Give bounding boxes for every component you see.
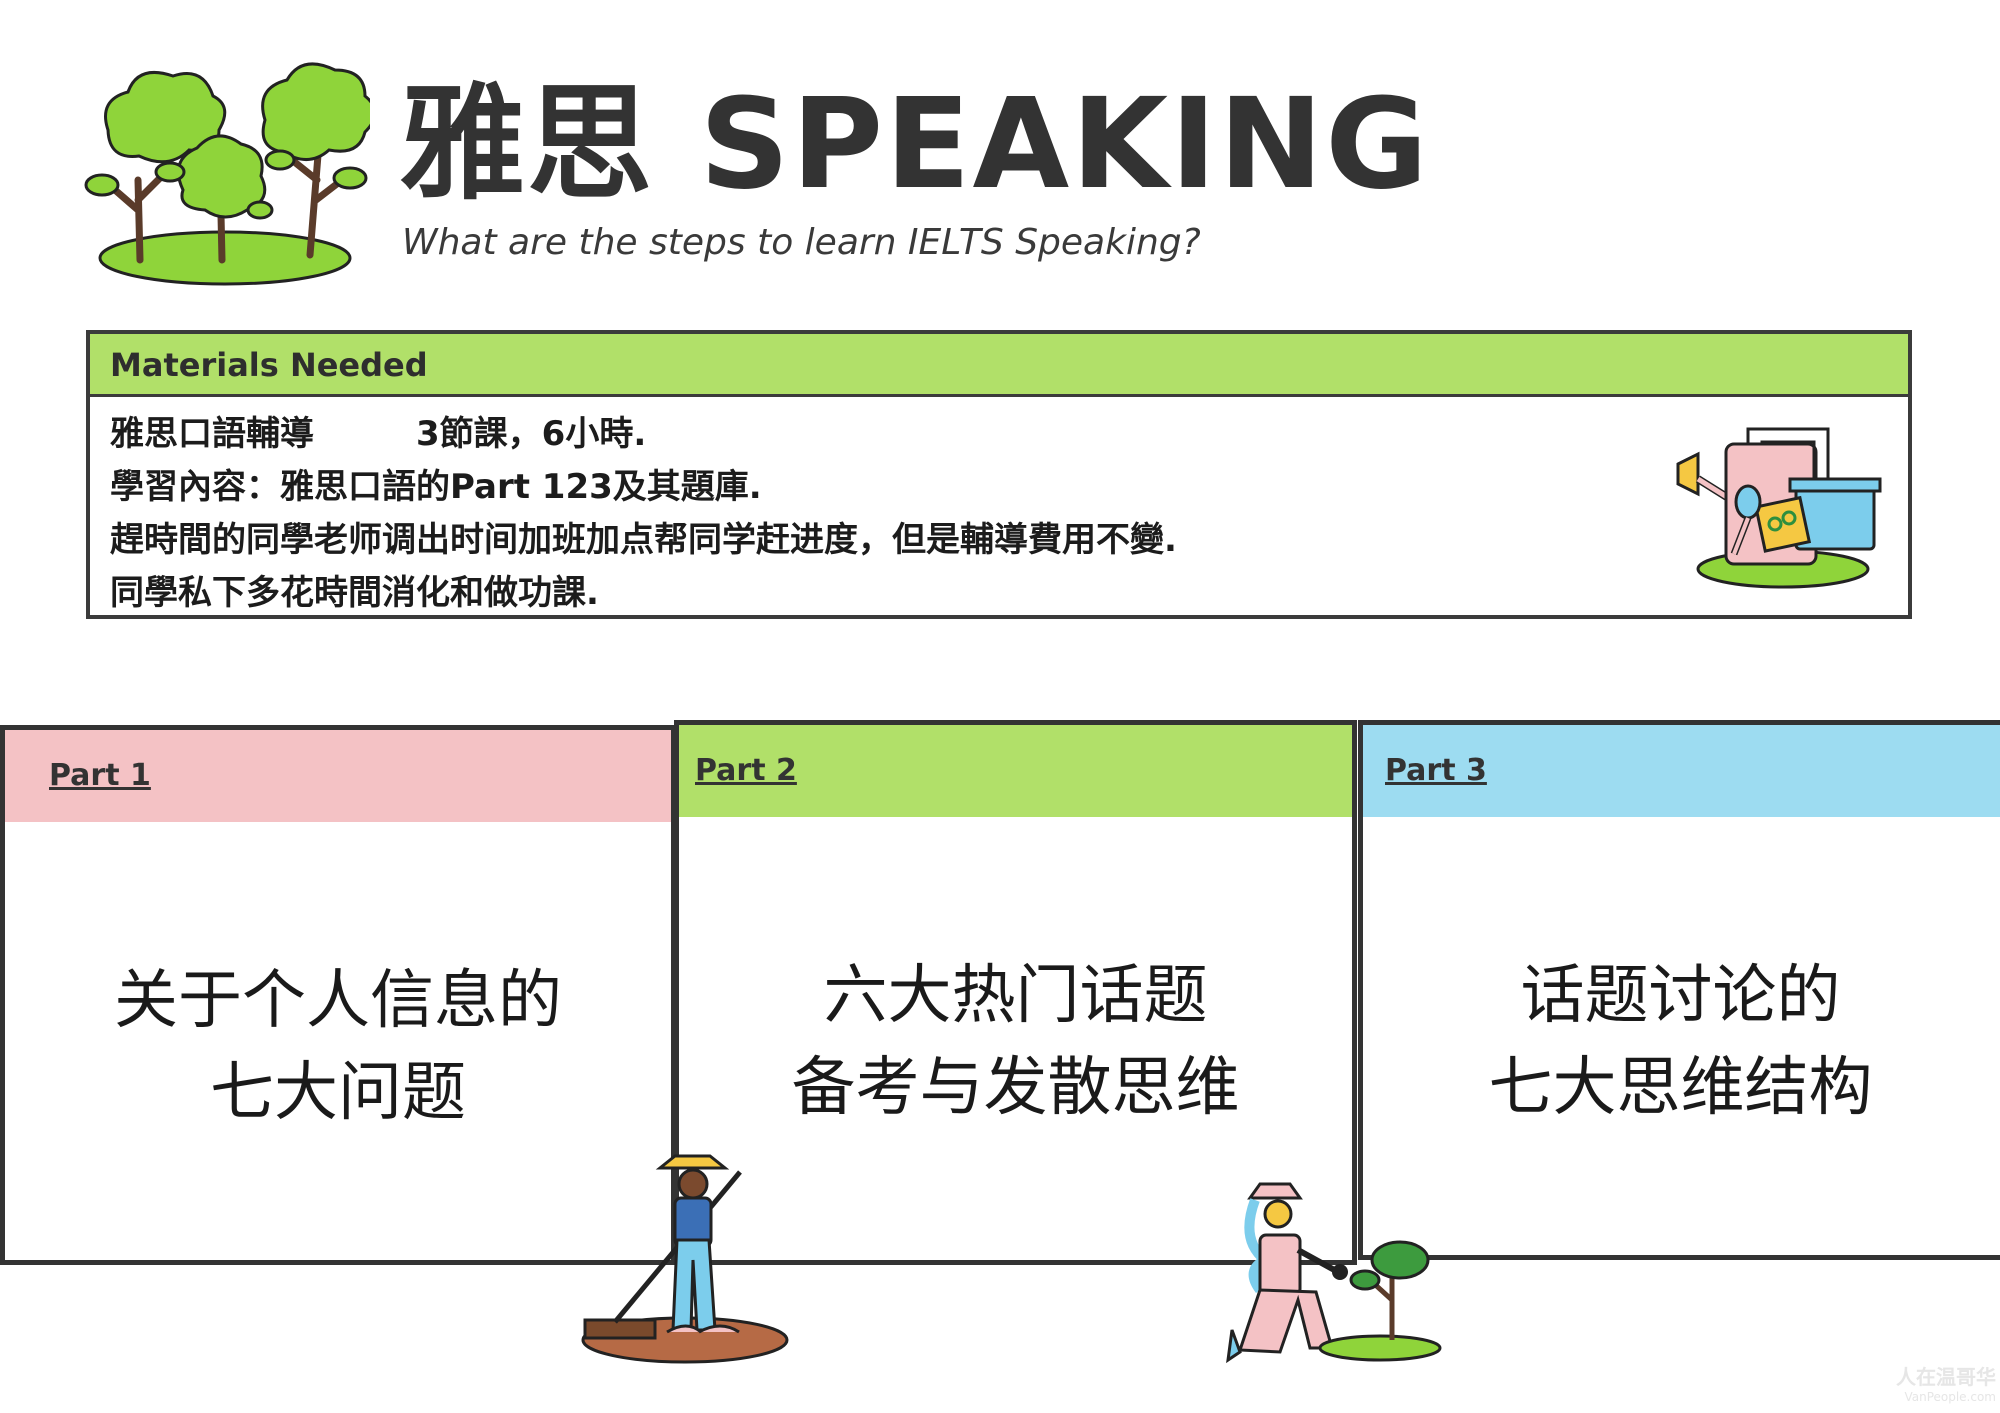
part-3-body: 话题讨论的 七大思维结构 bbox=[1363, 950, 1998, 1134]
page-subtitle: What are the steps to learn IELTS Speaki… bbox=[402, 222, 1201, 263]
part-3-line-2: 七大思维结构 bbox=[1488, 1051, 1873, 1125]
materials-title: Materials Needed bbox=[110, 346, 428, 384]
materials-list: 雅思口語輔導 3節課，6小時. 學習內容：雅思口語的Part 123及其題庫. … bbox=[110, 408, 1177, 620]
materials-header: Materials Needed bbox=[90, 334, 1908, 397]
watering-can-illustration bbox=[1676, 427, 1882, 589]
materials-line: 趕時間的同學老师调出时间加班加点帮同学赶进度，但是輔導費用不變. bbox=[110, 520, 1177, 560]
materials-line: 同學私下多花時間消化和做功課. bbox=[110, 573, 599, 613]
part-1-label[interactable]: Part 1 bbox=[49, 758, 151, 793]
watermark-site: VanPeople.com bbox=[1904, 1390, 1996, 1404]
part-2-body: 六大热门话题 备考与发散思维 bbox=[679, 950, 1352, 1134]
part-2-line-1: 六大热门话题 bbox=[823, 959, 1208, 1033]
part-2-header: Part 2 bbox=[679, 725, 1352, 817]
part-3-card: Part 3 话题讨论的 七大思维结构 bbox=[1358, 720, 2000, 1260]
gardener-illustration bbox=[1226, 1182, 1442, 1364]
part-1-header: Part 1 bbox=[5, 730, 671, 822]
part-1-line-1: 关于个人信息的 bbox=[114, 964, 562, 1038]
part-3-header: Part 3 bbox=[1363, 725, 2000, 817]
part-2-line-2: 备考与发散思维 bbox=[791, 1051, 1240, 1125]
watermark: 人在温哥华 VanPeople.com bbox=[1896, 1367, 1996, 1407]
materials-line: 雅思口語輔導 3節課，6小時. bbox=[110, 414, 647, 454]
page-title: 雅思 SPEAKING bbox=[400, 72, 1430, 217]
part-2-label[interactable]: Part 2 bbox=[695, 753, 797, 788]
part-3-line-1: 话题讨论的 bbox=[1520, 959, 1841, 1033]
part-1-body: 关于个人信息的 七大问题 bbox=[5, 955, 671, 1139]
watermark-text: 人在温哥华 bbox=[1896, 1365, 1996, 1389]
part-3-label[interactable]: Part 3 bbox=[1385, 753, 1487, 788]
part-1-line-2: 七大问题 bbox=[210, 1056, 466, 1130]
farmer-rake-illustration bbox=[581, 1154, 789, 1364]
materials-line: 學習內容：雅思口語的Part 123及其題庫. bbox=[110, 467, 762, 507]
tree-illustration bbox=[84, 62, 370, 286]
materials-panel: Materials Needed 雅思口語輔導 3節課，6小時. 學習內容：雅思… bbox=[86, 330, 1912, 619]
